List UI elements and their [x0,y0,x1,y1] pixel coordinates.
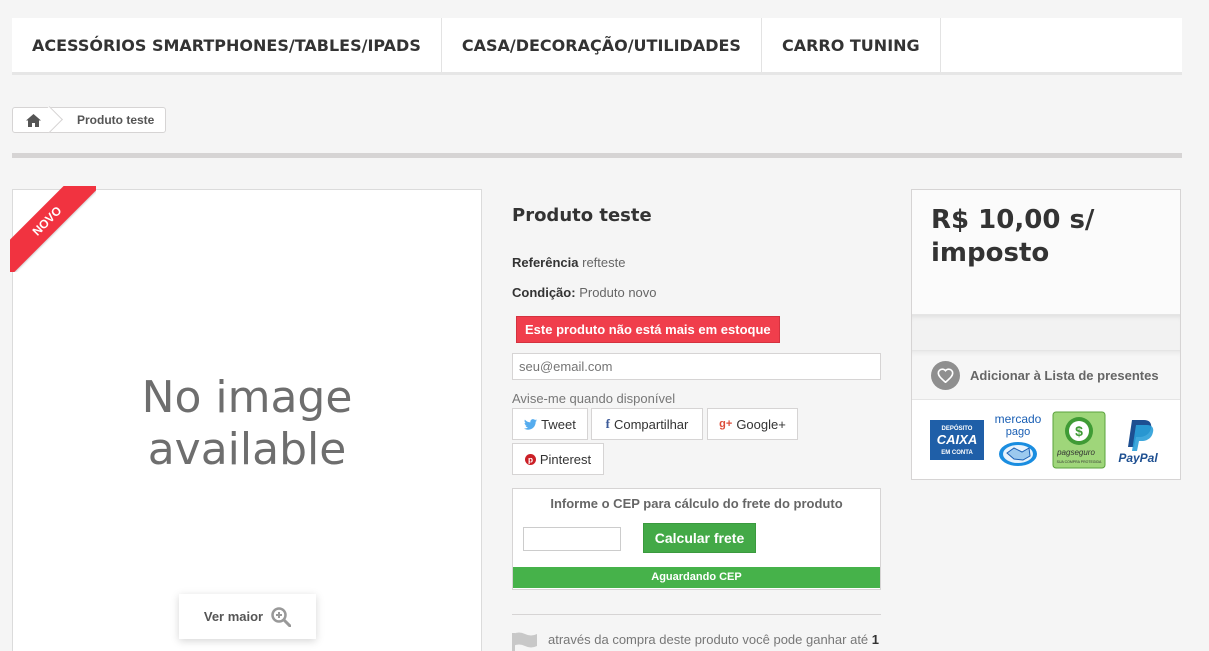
condition-value: Produto novo [579,285,657,300]
menu-item-casa[interactable]: CASA/DECORAÇÃO/UTILIDADES [442,18,762,72]
menu-item-carro[interactable]: CARRO TUNING [762,18,941,72]
breadcrumb: Produto teste [12,107,167,133]
google-plus-label: Google+ [736,416,786,432]
home-icon [25,113,41,127]
tweet-button[interactable]: Tweet [512,408,588,440]
top-menu: ACESSÓRIOS SMARTPHONES/TABLES/IPADS CASA… [12,18,1182,75]
loyalty-divider [512,614,881,615]
mercadopago-logo-line1: mercado [995,412,1042,426]
product-condition: Condição: Produto novo [512,285,881,300]
condition-label: Condição: [512,285,576,300]
pinterest-button[interactable]: p Pinterest [512,443,604,475]
product-reference: Referência refteste [512,255,881,270]
breadcrumb-current: Produto teste [77,113,155,127]
caixa-logo-mid: CAIXA [937,432,977,447]
breadcrumb-home[interactable] [13,108,53,132]
section-divider [12,153,1182,158]
notify-when-available[interactable]: Avise-me quando disponível [512,391,675,406]
view-larger-label: Ver maior [203,609,264,624]
add-to-wishlist-button[interactable]: Adicionar à Lista de presentes [912,351,1180,400]
pagseguro-logo-sub: SUA COMPRA PROTEGIDA [1057,460,1102,464]
price-box: R$ 10,00 s/ imposto Adicionar à Lista de… [911,189,1181,480]
loyalty-amount: 1 [871,632,880,647]
cep-input[interactable] [523,527,621,551]
pinterest-label: Pinterest [539,451,592,467]
svg-text:$: $ [1075,423,1083,439]
new-ribbon: NOVO [10,186,96,272]
mercadopago-logo: mercado pago [995,412,1042,466]
product-title: Produto teste [512,205,652,226]
flag-icon [512,632,537,651]
menu-item-acessorios[interactable]: ACESSÓRIOS SMARTPHONES/TABLES/IPADS [12,18,442,72]
wishlist-label: Adicionar à Lista de presentes [970,367,1159,383]
out-of-stock-alert: Este produto não está mais em estoque [516,316,780,343]
reference-value: refteste [582,255,626,270]
price-box-spacer [912,315,1180,351]
heart-icon [931,360,960,390]
paypal-logo: PayPal [1118,420,1158,464]
tweet-label: Tweet [541,416,576,432]
caixa-logo-bottom: EM CONTA [941,450,973,456]
shipping-title: Informe o CEP para cálculo do frete do p… [550,496,843,511]
caixa-logo-top: DEPÓSITO [942,424,973,432]
pinterest-icon: p [524,453,536,465]
product-image-box[interactable]: NOVO No image available Ver maior [10,186,482,651]
payment-methods: DEPÓSITO CAIXA EM CONTA mercado pago $ p… [912,400,1180,480]
svg-text:p: p [528,455,533,464]
no-image-line1: No image [141,372,353,423]
google-plus-icon: g+ [719,418,733,430]
facebook-share-button[interactable]: f Compartilhar [591,408,703,440]
no-image-placeholder: No image available [13,372,481,476]
calculate-shipping-button[interactable]: Calcular frete [643,523,756,553]
product-price: R$ 10,00 s/ imposto [931,204,1161,270]
reference-label: Referência [512,255,579,270]
product-info: Produto teste Referência refteste Condiç… [512,205,881,651]
loyalty-info: através da compra deste produto você pod… [512,632,881,651]
google-plus-button[interactable]: g+ Google+ [707,408,798,440]
caixa-logo: DEPÓSITO CAIXA EM CONTA [930,420,984,460]
zoom-in-icon [271,606,292,627]
facebook-share-label: Compartilhar [613,416,689,432]
loyalty-text: através da compra deste produto você pod… [548,632,869,647]
twitter-icon [524,418,538,430]
new-badge: NOVO [10,186,96,272]
paypal-logo-text: PayPal [1118,451,1158,464]
shipping-status: Aguardando CEP [513,567,880,588]
shipping-calculator: Informe o CEP para cálculo do frete do p… [512,488,881,590]
notify-email-input[interactable] [512,353,881,380]
facebook-icon: f [605,416,610,431]
pagseguro-logo-text: pagseguro [1056,448,1095,457]
view-larger-button[interactable]: Ver maior [179,594,316,639]
price-area: R$ 10,00 s/ imposto [912,190,1180,315]
price-line2: imposto [931,238,1050,268]
no-image-line2: available [147,424,347,475]
mercadopago-logo-line2: pago [1006,426,1030,438]
pagseguro-logo: $ pagseguro SUA COMPRA PROTEGIDA [1052,411,1106,469]
price-line1: R$ 10,00 s/ [931,205,1095,235]
